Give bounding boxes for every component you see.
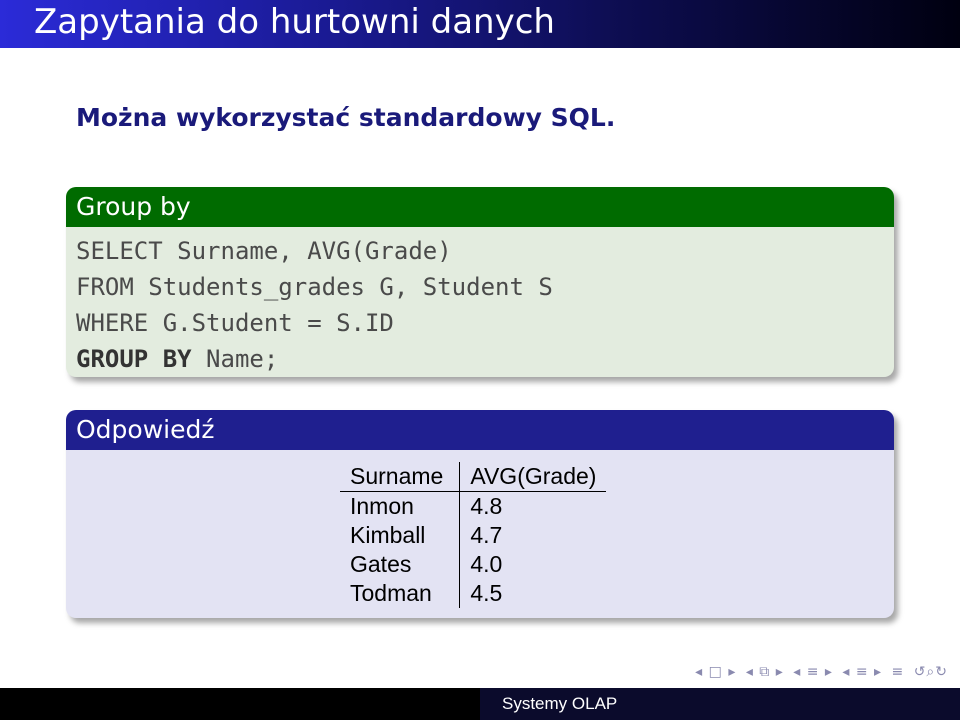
result-table: Surname AVG(Grade) Inmon 4.8 Kimball 4.7…: [340, 462, 607, 608]
sql-code: SELECT Surname, AVG(Grade) FROM Students…: [66, 227, 894, 377]
table-header-row: Surname AVG(Grade): [340, 462, 607, 492]
beamer-navigation: ◂ □ ▸ ◂ ⧉ ▸ ◂ ≡ ▸ ◂ ≡ ▸ ≡ ↺⌕↻: [691, 664, 948, 680]
code-line-1: SELECT Surname, AVG(Grade): [76, 237, 452, 265]
code-line-4: GROUP BY Name;: [76, 341, 894, 377]
answer-block: Odpowiedź Surname AVG(Grade) Inmon 4.8 K…: [66, 410, 894, 618]
nav-align-icon[interactable]: ≡: [892, 664, 905, 680]
table-row: Todman 4.5: [340, 579, 606, 608]
cell-surname: Kimball: [340, 521, 461, 550]
title-bar: Zapytania do hurtowni danych: [0, 0, 960, 48]
nav-slide-icon[interactable]: ◂ ⧉ ▸: [746, 664, 784, 680]
cell-surname: Gates: [340, 550, 461, 579]
cell-avg-grade: 4.0: [470, 551, 503, 577]
group-by-heading: Group by: [66, 187, 894, 227]
cell-avg-grade: 4.5: [470, 580, 503, 606]
cell-avg-grade: 4.7: [470, 522, 503, 548]
column-header-avg-grade: AVG(Grade): [459, 462, 607, 492]
nav-search-icon[interactable]: ↺⌕↻: [914, 664, 948, 680]
slide-title: Zapytania do hurtowni danych: [34, 2, 555, 42]
cell-surname: Todman: [340, 579, 461, 608]
answer-heading: Odpowiedź: [66, 410, 894, 450]
table-row: Kimball 4.7: [340, 521, 606, 550]
table-row: Inmon 4.8: [340, 491, 606, 521]
intro-text: Można wykorzystać standardowy SQL.: [76, 103, 616, 132]
code-line-2: FROM Students_grades G, Student S: [76, 273, 553, 301]
table-row: Gates 4.0: [340, 550, 606, 579]
group-by-block: Group by SELECT Surname, AVG(Grade) FROM…: [66, 187, 894, 377]
footer-left: [0, 688, 480, 720]
code-line-4-rest: Name;: [191, 345, 279, 373]
nav-section-icon[interactable]: ◂ ≡ ▸: [842, 664, 882, 680]
cell-surname: Inmon: [340, 491, 461, 521]
nav-prev-frame-icon[interactable]: ◂ □ ▸: [695, 664, 736, 680]
nav-subsection-icon[interactable]: ◂ ≡ ▸: [793, 664, 833, 680]
footer-bar: Systemy OLAP: [0, 688, 960, 720]
column-header-surname: Surname: [340, 462, 461, 492]
footer-title: Systemy OLAP: [502, 694, 618, 713]
group-by-keyword: GROUP BY: [76, 345, 192, 373]
cell-avg-grade: 4.8: [470, 493, 503, 519]
code-line-3: WHERE G.Student = S.ID: [76, 309, 394, 337]
